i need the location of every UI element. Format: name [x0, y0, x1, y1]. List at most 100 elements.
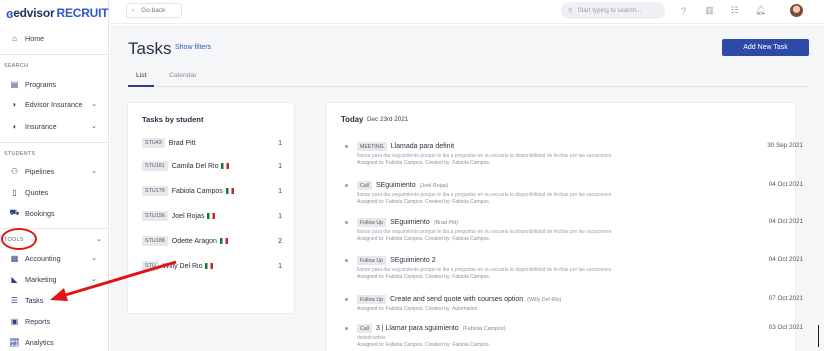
- bullet-icon: [345, 327, 348, 330]
- sidebar-item-label: Insurance: [25, 121, 57, 131]
- main-content: Tasks Show filters Add New Task List Cal…: [110, 25, 824, 351]
- task-item[interactable]: Follow Up SEguimiento 2 llamar para dar …: [345, 255, 803, 283]
- task-type-badge: MEETING: [357, 142, 387, 151]
- task-count: 1: [278, 162, 282, 170]
- sidebar-item-label: Accounting: [25, 253, 61, 263]
- divider: [0, 54, 109, 55]
- annotation-circle: [1, 228, 37, 250]
- sidebar-item-label: Pipelines: [25, 166, 55, 176]
- sidebar-item-reports[interactable]: ▣ Reports: [0, 313, 109, 329]
- student-code: STU: [142, 261, 159, 271]
- search-placeholder: Start typing to search...: [577, 7, 642, 14]
- mexico-flag-icon: [219, 238, 228, 244]
- section-search: SEARCH: [4, 63, 29, 69]
- sidebar: ɞ edvisor RECRUIT ⌂ Home SEARCH ▤ Progra…: [0, 0, 109, 351]
- chevron-down-icon: ⌄: [91, 168, 97, 175]
- task-assigned: Assigned to: Fabiola Campos. Created by:…: [357, 274, 491, 280]
- bullet-icon: [345, 221, 348, 224]
- bell-icon[interactable]: 🔔︎: [755, 5, 766, 16]
- sidebar-item-label: Tasks: [25, 295, 44, 305]
- sidebar-item-tasks[interactable]: ☰ Tasks: [0, 292, 109, 308]
- show-filters-link[interactable]: Show filters: [175, 44, 211, 51]
- sidebar-item-insurance[interactable]: ◗ Insurance ⌄: [0, 118, 109, 134]
- task-item[interactable]: Follow Up SEguimiento (Brad Pitt) llamar…: [345, 217, 803, 245]
- student-row[interactable]: STU188 Odette Aragon 2: [142, 235, 282, 247]
- add-new-task-button[interactable]: Add New Task: [722, 39, 809, 56]
- task-date: 04 Oct 2021: [768, 181, 803, 188]
- tab-calendar[interactable]: Calendar: [169, 72, 197, 79]
- sidebar-item-quotes[interactable]: ▯ Quotes: [0, 184, 109, 200]
- sidebar-item-programs[interactable]: ▤ Programs: [0, 76, 109, 92]
- task-count: 1: [278, 212, 282, 220]
- mexico-flag-icon: [221, 163, 230, 169]
- tasks-by-student-card: Tasks by student STU43 Brad Pitt 1 STU18…: [128, 103, 294, 313]
- task-item[interactable]: Call SEguimiento (Joel Rojas) llamar par…: [345, 180, 803, 208]
- task-count: 1: [278, 139, 282, 147]
- task-type-badge: Follow Up: [357, 218, 387, 227]
- task-item[interactable]: Call 3 | Llamar para sguimiento (Fabiola…: [345, 323, 803, 351]
- task-title: 3 | Llamar para sguimiento: [375, 325, 459, 332]
- student-row[interactable]: STU43 Brad Pitt 1: [142, 137, 282, 149]
- student-code: STU156: [142, 211, 168, 221]
- task-assigned: Assigned to: Fabiola Campos. Created by:…: [357, 160, 491, 166]
- student-row[interactable]: STU Willy Del Rio 1: [142, 260, 282, 272]
- task-description: llamar para dar seguimiento porque le ib…: [357, 153, 612, 159]
- megaphone-icon: ◣: [11, 274, 18, 284]
- sidebar-item-bookings[interactable]: ⛟ Bookings: [0, 205, 109, 221]
- search-icon: ⚲: [568, 7, 573, 14]
- task-date: 03 Oct 2021: [768, 324, 803, 331]
- mexico-flag-icon: [225, 188, 234, 194]
- sidebar-item-accounting[interactable]: ▦ Accounting ⌄: [0, 250, 109, 266]
- chart-icon: 📈︎: [9, 337, 20, 347]
- help-icon[interactable]: ?: [678, 5, 689, 16]
- task-date: 07 Oct 2021: [768, 295, 803, 302]
- users-icon: ⚇: [10, 166, 19, 176]
- student-code: STU188: [142, 236, 168, 246]
- today-title: Today: [341, 115, 364, 124]
- task-description: dsdsdcwdwo: [357, 335, 386, 341]
- student-name: Joel Rojas: [171, 212, 205, 220]
- task-item[interactable]: MEETING Llamada para definit llamar para…: [345, 141, 803, 169]
- sidebar-item-pipelines[interactable]: ⚇ Pipelines ⌄: [0, 163, 109, 179]
- student-row[interactable]: STU179 Fabiola Campos 1: [142, 185, 282, 197]
- checklist-icon[interactable]: ☷: [729, 5, 740, 16]
- home-icon: ⌂: [12, 33, 17, 43]
- student-code: STU179: [142, 186, 168, 196]
- building-icon[interactable]: ▥: [704, 5, 715, 16]
- sidebar-item-label: Programs: [25, 79, 57, 89]
- shield-icon: ◗: [12, 121, 17, 131]
- chevron-down-icon: ⌄: [91, 255, 97, 262]
- task-item[interactable]: Follow Up Create and send quote with cou…: [345, 294, 803, 322]
- back-button[interactable]: ‹ Go back: [126, 3, 182, 18]
- task-student: (Willy Del Rio): [527, 296, 562, 303]
- task-description: llamar para dar seguimiento porque le ib…: [357, 192, 612, 198]
- student-row[interactable]: STU156 Joel Rojas 1: [142, 210, 282, 222]
- task-count: 1: [278, 187, 282, 195]
- student-code: STU181: [142, 161, 168, 171]
- sidebar-item-edvisor-insurance[interactable]: ◗ Edvisor Insurance ⌄: [0, 96, 109, 112]
- sidebar-item-label: Marketing: [25, 274, 57, 284]
- task-date: 30 Sep 2021: [767, 142, 803, 149]
- sidebar-item-label: Reports: [25, 316, 51, 326]
- task-type-badge: Call: [357, 324, 372, 333]
- search-input[interactable]: ⚲ Start typing to search...: [561, 2, 665, 19]
- task-student: (Fabiola Campos): [462, 325, 506, 332]
- student-code: STU43: [142, 138, 165, 148]
- tab-list[interactable]: List: [136, 72, 147, 79]
- bullet-icon: [345, 298, 348, 301]
- sidebar-item-marketing[interactable]: ◣ Marketing ⌄: [0, 271, 109, 287]
- reports-icon: ▣: [10, 316, 19, 326]
- student-name: Willy Del Rio: [162, 262, 203, 270]
- task-student: (Joel Rojas): [419, 182, 449, 189]
- sidebar-item-analytics[interactable]: 📈︎ Analytics: [0, 334, 109, 350]
- chevron-down-icon[interactable]: ⌄: [96, 235, 102, 243]
- brand-logo[interactable]: ɞ edvisor RECRUIT: [0, 0, 109, 26]
- task-description: llamar para dar seguimiento porque le ib…: [357, 229, 612, 235]
- student-row[interactable]: STU181 Camila Del Rio 1: [142, 160, 282, 172]
- sidebar-item-home[interactable]: ⌂ Home: [0, 30, 109, 46]
- avatar[interactable]: [790, 4, 803, 17]
- scrollbar[interactable]: [818, 325, 819, 347]
- programs-icon: ▤: [10, 79, 19, 89]
- task-title: SEguimiento 2: [390, 257, 436, 264]
- student-name: Fabiola Campos: [171, 187, 223, 195]
